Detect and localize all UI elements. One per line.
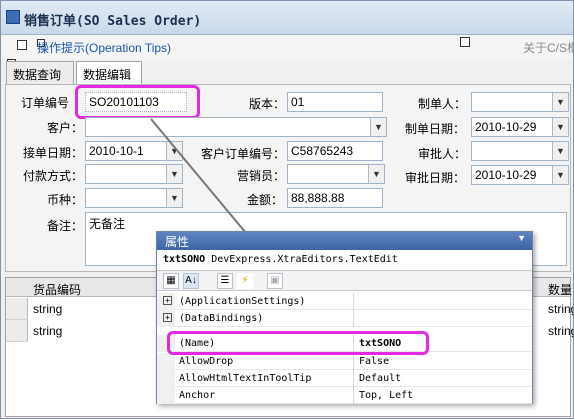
name-row-highlight xyxy=(167,331,429,355)
main-window: 销售订单(SO Sales Order) 操作提示(Operation Tips… xyxy=(0,0,574,419)
currency-label: 币种： xyxy=(47,193,84,207)
approver-combo[interactable]: ▼ xyxy=(471,141,569,161)
property-row[interactable]: AllowDrop False xyxy=(157,353,532,370)
customer-label: 客户： xyxy=(47,121,84,135)
order-no-highlight xyxy=(75,85,200,119)
property-pages-icon[interactable]: ▣ xyxy=(267,273,283,289)
tab-data-edit[interactable]: 数据编辑 xyxy=(76,61,142,86)
property-value[interactable]: Default xyxy=(359,373,401,384)
save-icon[interactable] xyxy=(17,40,27,50)
toolbar: 操作提示(Operation Tips) 关于C/S框 xyxy=(1,35,573,59)
properties-panel: 属性 ▼ txtSONO DevExpress.XtraEditors.TextE… xyxy=(156,231,533,404)
grid-column-header[interactable]: 货品编码 xyxy=(33,281,81,298)
grid-column-header[interactable]: 数量 xyxy=(548,281,572,298)
property-row[interactable]: Anchor Top, Left xyxy=(157,387,532,404)
events-icon[interactable]: ⚡ xyxy=(237,273,253,289)
dropdown-arrow-icon[interactable]: ▼ xyxy=(166,142,182,160)
expand-icon[interactable]: + xyxy=(163,313,172,322)
grid-cell[interactable]: string xyxy=(33,324,62,338)
categorized-icon[interactable]: ▦ xyxy=(163,273,179,289)
maker-label: 制单人： xyxy=(418,97,467,111)
customer-order-no-label: 客户订单编号： xyxy=(201,147,286,161)
currency-combo[interactable]: ▼ xyxy=(85,188,183,208)
maker-combo[interactable]: ▼ xyxy=(471,92,569,112)
version-label: 版本： xyxy=(249,97,286,111)
grid-cell[interactable]: string xyxy=(33,302,62,316)
approve-date-label: 审批日期： xyxy=(405,171,466,185)
customer-order-no-input[interactable]: C58765243 xyxy=(287,141,383,161)
grid-row-header[interactable] xyxy=(6,320,28,342)
dropdown-arrow-icon[interactable]: ▼ xyxy=(552,93,568,111)
properties-title-bar: 属性 ▼ xyxy=(157,232,532,250)
grid-row-header[interactable] xyxy=(6,298,28,320)
approve-date-picker[interactable]: 2010-10-29 ▼ xyxy=(471,165,569,185)
about-icon[interactable] xyxy=(460,37,470,47)
make-date-picker[interactable]: 2010-10-29 ▼ xyxy=(471,117,569,137)
property-name: AllowHtmlTextInToolTip xyxy=(179,373,312,384)
property-name: (ApplicationSettings) xyxy=(179,296,306,307)
make-date-label: 制单日期： xyxy=(405,122,466,136)
payment-combo[interactable]: ▼ xyxy=(85,164,183,184)
operation-tips-link[interactable]: 操作提示(Operation Tips) xyxy=(37,39,171,56)
tab-data-query[interactable]: 数据查询 xyxy=(6,61,74,85)
dropdown-arrow-icon[interactable]: ▼ xyxy=(370,118,386,136)
dropdown-arrow-icon[interactable]: ▼ xyxy=(552,142,568,160)
property-value[interactable]: False xyxy=(359,356,389,367)
property-name: (DataBindings) xyxy=(179,313,264,324)
window-icon xyxy=(6,10,20,24)
dropdown-arrow-icon[interactable]: ▼ xyxy=(368,165,384,183)
dropdown-arrow-icon[interactable]: ▼ xyxy=(552,118,568,136)
property-row[interactable]: + (DataBindings) xyxy=(157,310,532,327)
about-link[interactable]: 关于C/S框 xyxy=(523,39,573,56)
order-date-label: 接单日期： xyxy=(23,146,84,160)
dropdown-arrow-icon[interactable]: ▼ xyxy=(166,165,182,183)
customer-combo[interactable]: ▼ xyxy=(85,117,387,137)
grid-cell[interactable]: string xyxy=(548,324,573,338)
version-input[interactable]: 01 xyxy=(287,92,383,112)
object-type: DevExpress.XtraEditors.TextEdit xyxy=(211,254,398,265)
dropdown-arrow-icon[interactable]: ▼ xyxy=(552,166,568,184)
title-bar: 销售订单(SO Sales Order) xyxy=(1,1,573,35)
payment-label: 付款方式： xyxy=(23,169,84,183)
order-no-label: 订单编号 xyxy=(21,96,70,110)
object-name: txtSONO xyxy=(163,254,206,265)
property-name: AllowDrop xyxy=(179,356,234,367)
remark-label: 备注： xyxy=(47,219,84,233)
alphabetical-icon[interactable]: A↓ xyxy=(183,273,199,289)
properties-title: 属性 xyxy=(165,235,190,249)
properties-icon[interactable]: ☰ xyxy=(217,273,233,289)
dropdown-arrow-icon[interactable]: ▼ xyxy=(166,189,182,207)
order-date-picker[interactable]: 2010-10-1 ▼ xyxy=(85,141,183,161)
property-name: Anchor xyxy=(179,390,216,401)
expand-icon[interactable]: + xyxy=(163,296,172,305)
amount-label: 金额： xyxy=(247,193,284,207)
salesman-combo[interactable]: ▼ xyxy=(287,164,385,184)
object-selector[interactable]: txtSONO DevExpress.XtraEditors.TextEdit xyxy=(157,250,532,271)
window-title: 销售订单(SO Sales Order) xyxy=(24,14,202,29)
approver-label: 审批人： xyxy=(418,147,467,161)
properties-toolbar: ▦ A↓ ☰ ⚡ ▣ xyxy=(157,271,532,291)
property-value[interactable]: Top, Left xyxy=(359,390,413,401)
property-row[interactable]: + (ApplicationSettings) xyxy=(157,293,532,310)
property-row[interactable]: AllowHtmlTextInToolTip Default xyxy=(157,370,532,387)
dropdown-arrow-icon[interactable]: ▼ xyxy=(517,233,526,243)
amount-input[interactable]: 88,888.88 xyxy=(287,188,383,208)
grid-cell[interactable]: string xyxy=(548,302,573,316)
salesman-label: 营销员： xyxy=(237,169,286,183)
